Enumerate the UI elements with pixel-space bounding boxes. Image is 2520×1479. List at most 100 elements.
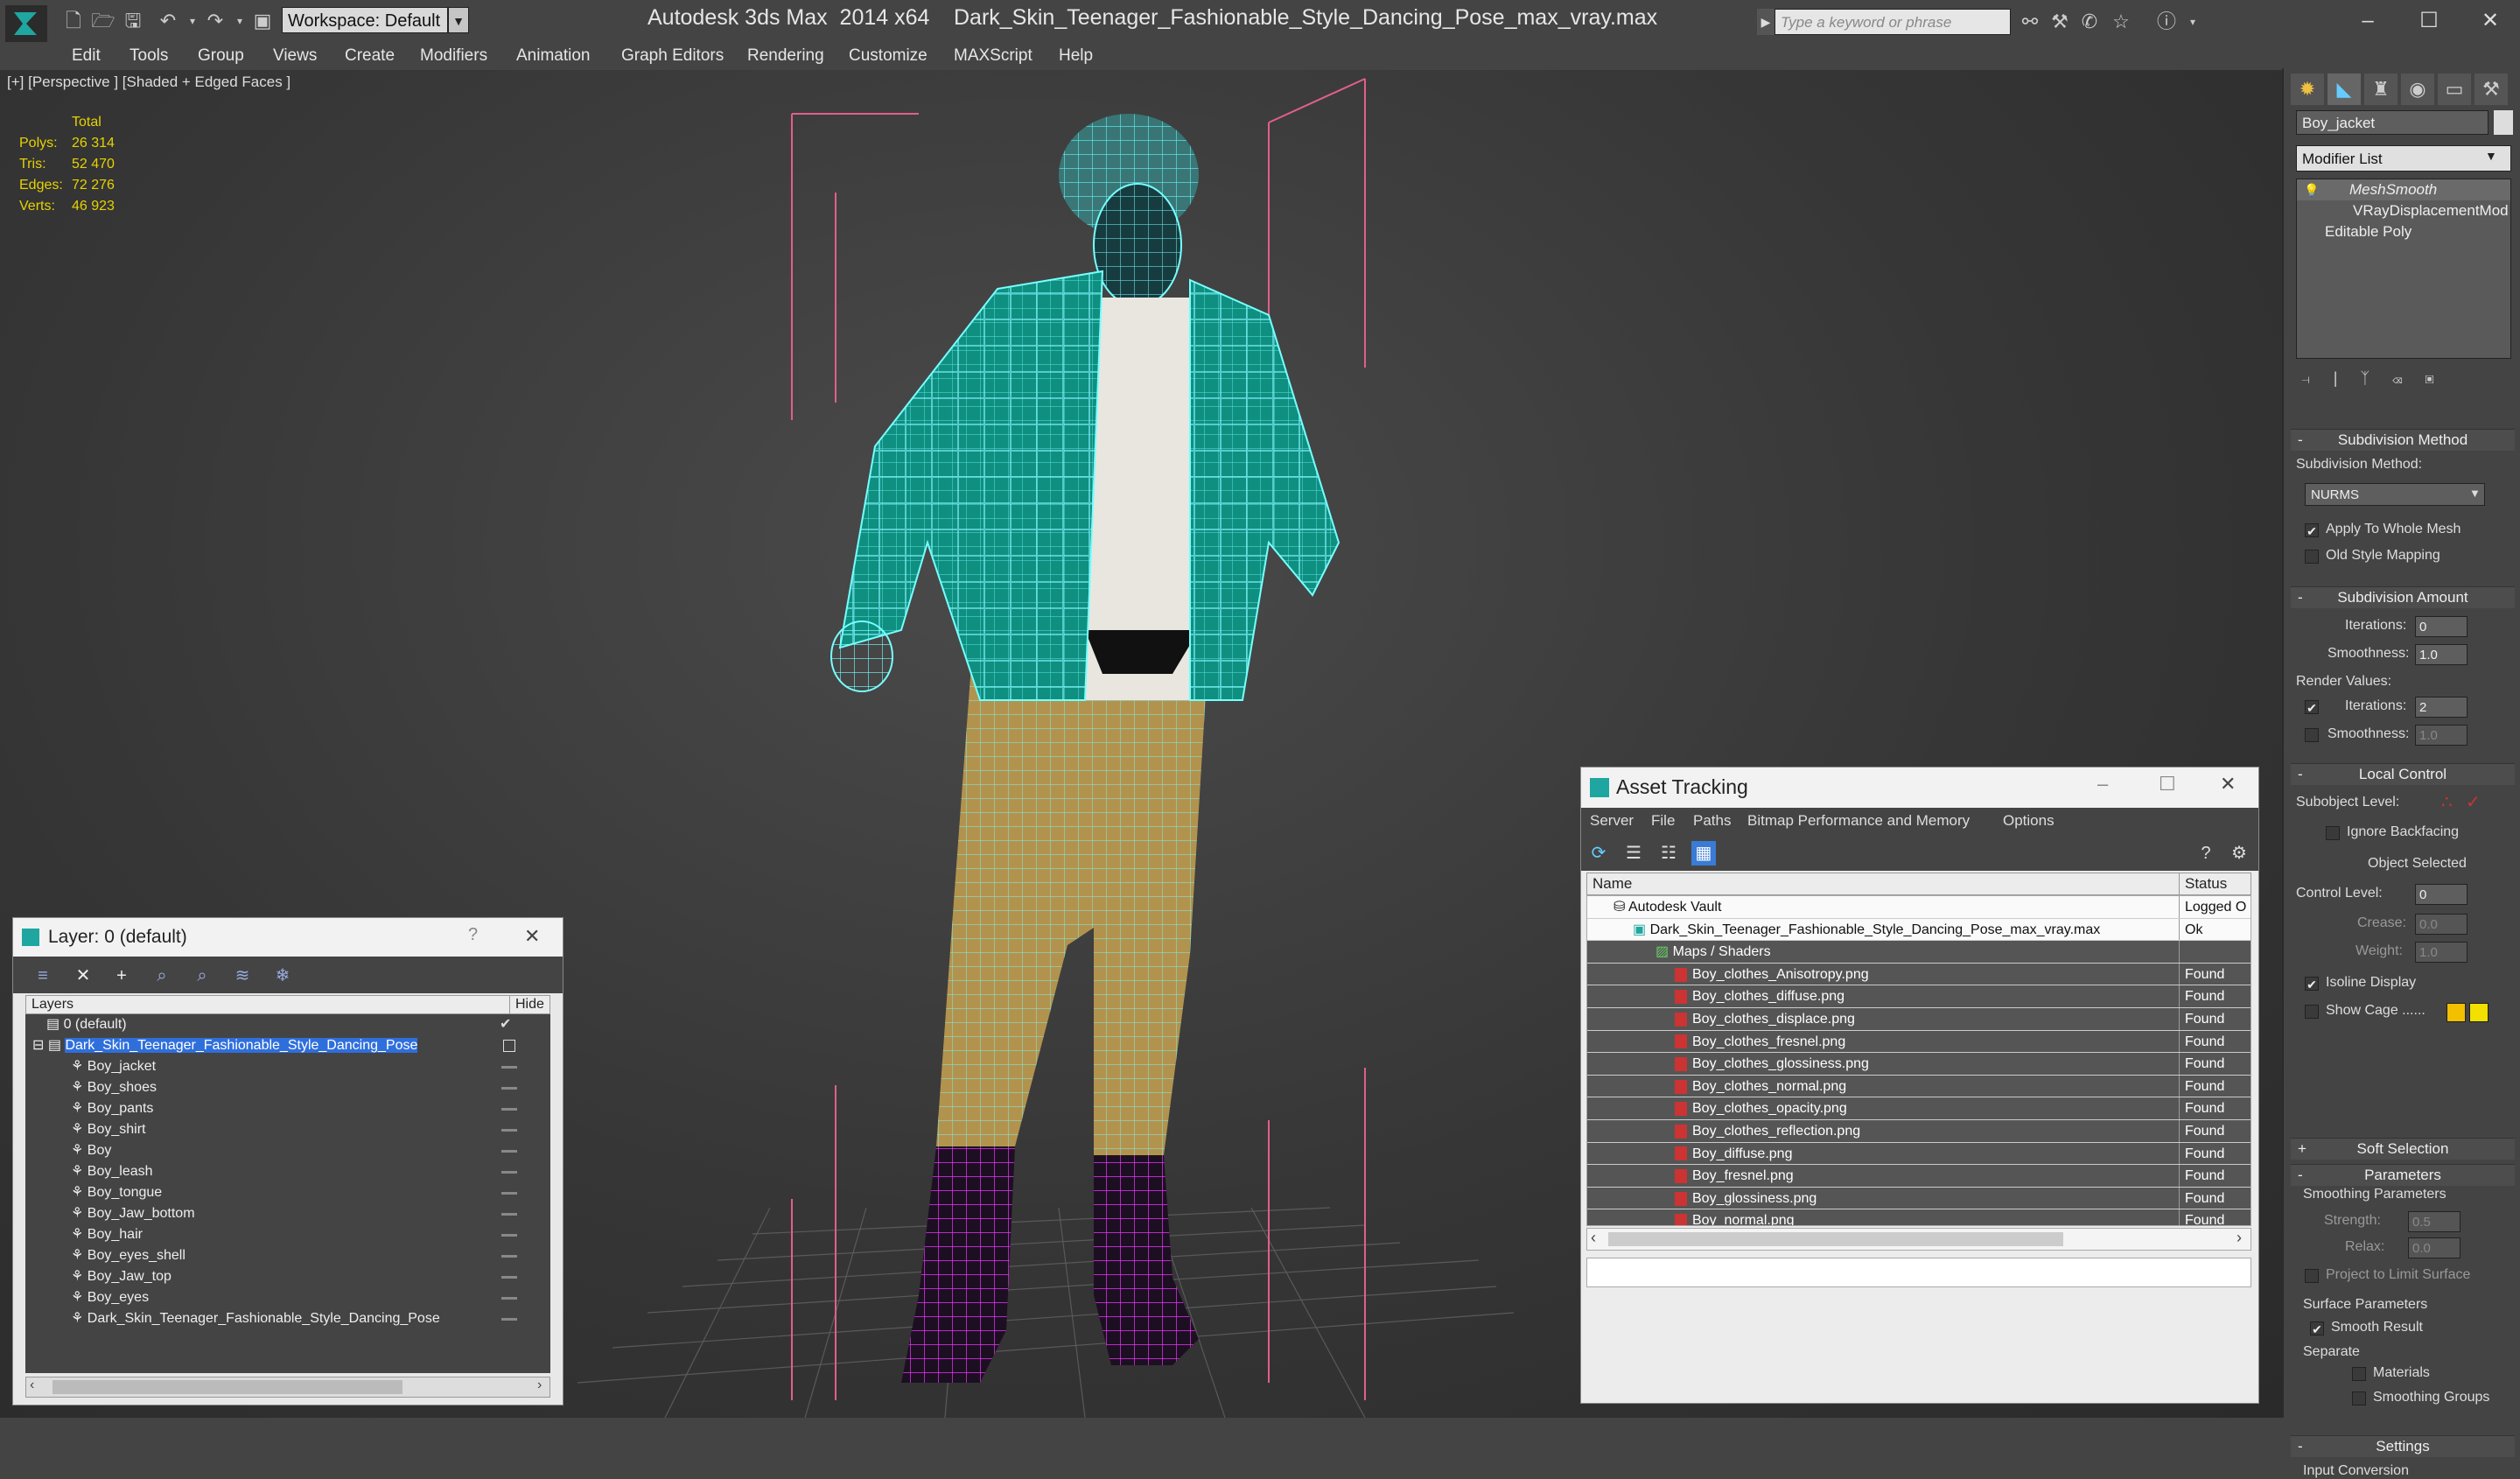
help-icon[interactable]: ? bbox=[2194, 841, 2218, 866]
asset-row[interactable]: Boy_clothes_glossiness.png Found bbox=[1587, 1053, 2250, 1076]
asset-path-field[interactable] bbox=[1586, 1258, 2251, 1287]
menu-modifiers[interactable]: Modifiers bbox=[420, 44, 487, 68]
weight-spinner[interactable]: 1.0 bbox=[2415, 942, 2468, 963]
relax-spinner[interactable]: 0.0 bbox=[2408, 1237, 2460, 1258]
asset-row[interactable]: ⛁ Autodesk Vault Logged O bbox=[1587, 896, 2250, 919]
hide-toggle[interactable] bbox=[501, 1066, 517, 1069]
layer-row[interactable]: ⊟ ▤ Dark_Skin_Teenager_Fashionable_Style… bbox=[25, 1035, 550, 1056]
freeze-all-icon[interactable]: ❄ bbox=[270, 964, 295, 988]
asset-menu-file[interactable]: File bbox=[1651, 808, 1675, 834]
asset-row[interactable]: ▣ Dark_Skin_Teenager_Fashionable_Style_D… bbox=[1587, 918, 2250, 942]
redo-icon[interactable]: ↷ bbox=[203, 9, 228, 33]
rollout-local-control[interactable]: - Local Control bbox=[2291, 763, 2515, 785]
open-file-icon[interactable]: 🗁 bbox=[91, 9, 116, 33]
hide-toggle[interactable] bbox=[501, 1108, 517, 1111]
vertex-subobject-icon[interactable]: ∴ bbox=[2441, 791, 2453, 813]
create-tab-icon[interactable]: ✹ bbox=[2291, 74, 2324, 105]
name-column-header[interactable]: Name bbox=[1592, 873, 1632, 894]
layer-row[interactable]: ⚘ Boy bbox=[25, 1140, 550, 1161]
rollout-subdivision-amount[interactable]: - Subdivision Amount bbox=[2291, 586, 2515, 608]
layer-row[interactable]: ⚘ Boy_shoes bbox=[25, 1077, 550, 1098]
details-view-icon[interactable]: ☷ bbox=[1656, 841, 1681, 866]
smooth-result-checkbox[interactable]: ✔ bbox=[2310, 1321, 2324, 1336]
hide-column-header[interactable]: Hide bbox=[509, 996, 544, 1013]
minimize-icon[interactable]: – bbox=[2097, 773, 2108, 796]
rollout-soft-selection[interactable]: + Soft Selection bbox=[2291, 1138, 2515, 1160]
search-expand-icon[interactable]: ▶ bbox=[1757, 9, 1774, 35]
asset-row[interactable]: Boy_clothes_reflection.png Found bbox=[1587, 1120, 2250, 1143]
utilities-tab-icon[interactable]: ⚒ bbox=[2474, 74, 2508, 105]
hide-toggle[interactable] bbox=[501, 1213, 517, 1216]
hide-toggle[interactable] bbox=[501, 1171, 517, 1174]
ignore-backfacing-checkbox[interactable] bbox=[2326, 826, 2340, 840]
app-menu-button[interactable] bbox=[5, 5, 47, 42]
control-level-spinner[interactable]: 0 bbox=[2415, 884, 2468, 905]
collapse-icon[interactable]: ⊟ bbox=[32, 1038, 44, 1053]
select-objects-icon[interactable]: ⌕ bbox=[150, 964, 174, 988]
maximize-icon[interactable]: ☐ bbox=[2403, 4, 2455, 39]
help-dropdown-icon[interactable]: ▾ bbox=[2179, 9, 2207, 35]
hide-toggle[interactable] bbox=[501, 1318, 517, 1321]
render-smoothness-checkbox[interactable] bbox=[2305, 728, 2319, 742]
layer-row[interactable]: ⚘ Boy_eyes bbox=[25, 1287, 550, 1308]
hide-toggle[interactable] bbox=[501, 1297, 517, 1300]
menu-help[interactable]: Help bbox=[1059, 44, 1093, 68]
scroll-thumb[interactable] bbox=[1608, 1232, 2063, 1246]
asset-menu-paths[interactable]: Paths bbox=[1693, 808, 1731, 834]
crease-spinner[interactable]: 0.0 bbox=[2415, 914, 2468, 935]
old-style-mapping-checkbox[interactable] bbox=[2305, 550, 2319, 564]
asset-row[interactable]: Boy_glossiness.png Found bbox=[1587, 1187, 2250, 1210]
display-tab-icon[interactable]: ▭ bbox=[2438, 74, 2471, 105]
object-color-swatch[interactable] bbox=[2494, 110, 2513, 135]
undo-dropdown-icon[interactable]: ▾ bbox=[180, 9, 205, 33]
menu-rendering[interactable]: Rendering bbox=[747, 44, 824, 68]
hide-toggle[interactable] bbox=[501, 1192, 517, 1195]
project-folder-icon[interactable]: ▣ bbox=[250, 9, 275, 33]
menu-graph-editors[interactable]: Graph Editors bbox=[621, 44, 724, 68]
layer-row[interactable]: ⚘ Boy_tongue bbox=[25, 1182, 550, 1203]
rollout-parameters[interactable]: - Parameters bbox=[2291, 1164, 2515, 1186]
hide-toggle[interactable] bbox=[501, 1150, 517, 1153]
object-name-field[interactable]: Boy_jacket bbox=[2296, 110, 2488, 135]
menu-views[interactable]: Views bbox=[273, 44, 317, 68]
cage-color-swatch-1[interactable] bbox=[2446, 1003, 2466, 1022]
binoculars-icon[interactable]: ⚯ bbox=[2016, 9, 2044, 35]
cage-color-swatch-2[interactable] bbox=[2469, 1003, 2488, 1022]
stack-item-meshsmooth[interactable]: MeshSmooth bbox=[2297, 179, 2510, 200]
minimize-icon[interactable]: – bbox=[2342, 4, 2394, 39]
hide-toggle[interactable] bbox=[501, 1255, 517, 1258]
rollout-subdivision-method[interactable]: - Subdivision Method bbox=[2291, 429, 2515, 451]
asset-row[interactable]: Boy_clothes_Anisotropy.png Found bbox=[1587, 963, 2250, 986]
modifier-stack[interactable]: MeshSmooth 💡 VRayDisplacementMod Editabl… bbox=[2296, 179, 2511, 359]
modifier-list-dropdown[interactable]: Modifier List bbox=[2296, 145, 2511, 172]
current-layer-check-icon[interactable]: ✔ bbox=[500, 1014, 511, 1035]
close-icon[interactable]: ✕ bbox=[524, 925, 540, 948]
layer-row[interactable]: ⚘ Boy_pants bbox=[25, 1098, 550, 1119]
refresh-icon[interactable]: ⟳ bbox=[1586, 841, 1611, 866]
smoothness-spinner[interactable]: 1.0 bbox=[2415, 644, 2468, 665]
new-file-icon[interactable]: 🗋 bbox=[61, 9, 86, 33]
add-to-layer-icon[interactable]: + bbox=[109, 964, 134, 988]
asset-row[interactable]: Boy_clothes_normal.png Found bbox=[1587, 1075, 2250, 1098]
help-button[interactable]: ? bbox=[468, 925, 478, 945]
menu-edit[interactable]: Edit bbox=[72, 44, 101, 68]
dropdown-arrow-icon[interactable]: ▼ bbox=[2469, 487, 2481, 500]
undo-icon[interactable]: ↶ bbox=[156, 9, 180, 33]
project-limit-checkbox[interactable] bbox=[2305, 1269, 2319, 1283]
asset-menu-bitmap-performance[interactable]: Bitmap Performance and Memory bbox=[1747, 808, 1970, 834]
hide-all-icon[interactable]: ≋ bbox=[230, 964, 255, 988]
layer-horizontal-scrollbar[interactable]: ‹ › bbox=[25, 1377, 550, 1398]
rollout-settings[interactable]: - Settings bbox=[2291, 1435, 2515, 1457]
layer-row[interactable]: ▤ 0 (default) ✔ bbox=[25, 1014, 550, 1035]
asset-menu-server[interactable]: Server bbox=[1590, 808, 1634, 834]
menu-customize[interactable]: Customize bbox=[849, 44, 928, 68]
asset-row[interactable]: Boy_diffuse.png Found bbox=[1587, 1142, 2250, 1166]
hide-toggle[interactable] bbox=[501, 1234, 517, 1237]
layer-row[interactable]: ⚘ Boy_jacket bbox=[25, 1056, 550, 1077]
lightbulb-icon[interactable]: 💡 bbox=[2304, 183, 2319, 198]
search-input[interactable]: Type a keyword or phrase bbox=[1774, 9, 2011, 35]
asset-row[interactable]: Boy_clothes_fresnel.png Found bbox=[1587, 1030, 2250, 1054]
scroll-right-icon[interactable]: › bbox=[537, 1377, 542, 1393]
asset-row[interactable]: Boy_fresnel.png Found bbox=[1587, 1165, 2250, 1188]
set-current-layer-box[interactable] bbox=[503, 1040, 515, 1052]
